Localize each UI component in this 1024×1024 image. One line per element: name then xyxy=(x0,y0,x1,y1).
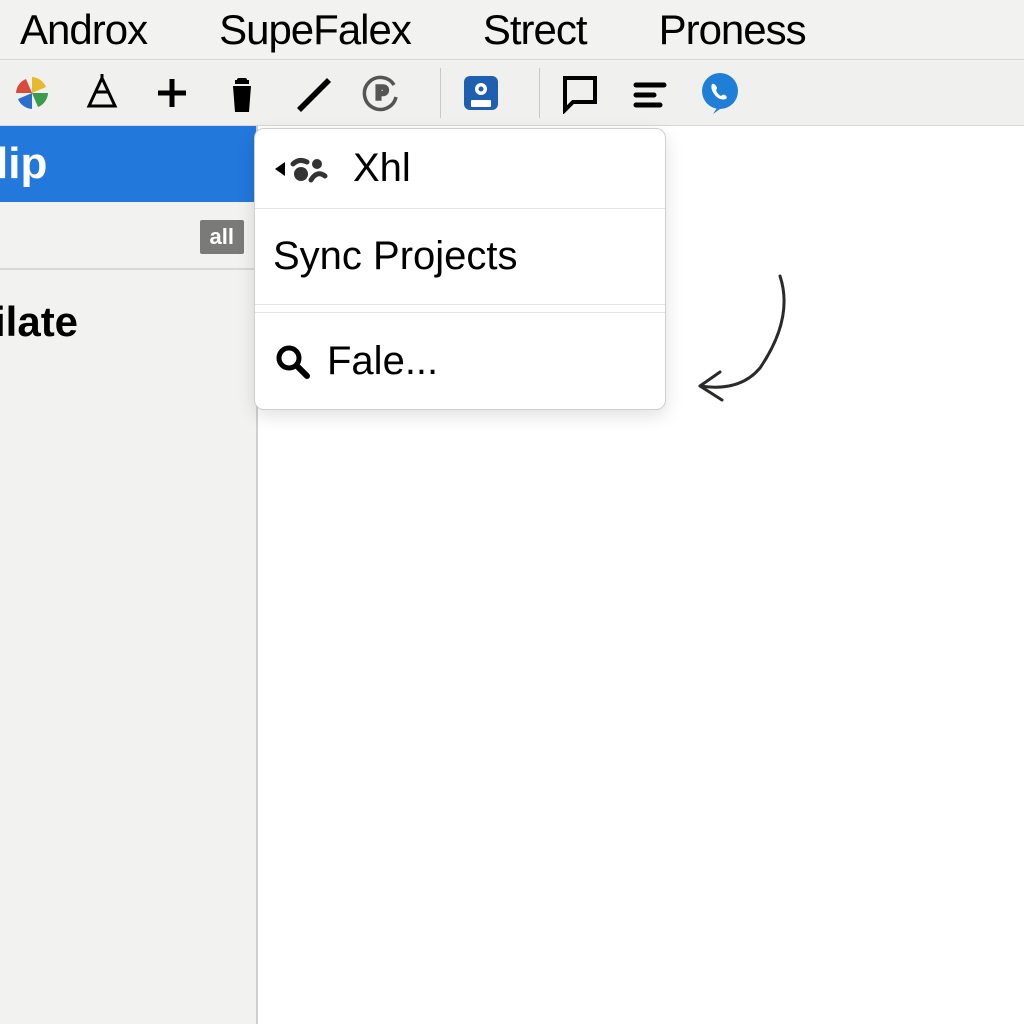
dropdown-item-sync-projects[interactable]: Sync Projects xyxy=(255,209,665,305)
dropdown-item-fale[interactable]: Fale... xyxy=(255,313,665,409)
structure-icon[interactable] xyxy=(76,67,128,119)
sidebar-tag-row: all xyxy=(0,202,256,268)
dropdown-item-label: Fale... xyxy=(327,339,438,384)
align-icon[interactable] xyxy=(624,67,676,119)
dropdown-item-xhl[interactable]: Xhl xyxy=(255,129,665,209)
bucket-icon[interactable] xyxy=(216,67,268,119)
toolbar-divider xyxy=(440,68,441,118)
menu-strect[interactable]: Strect xyxy=(483,6,587,54)
plus-icon[interactable] xyxy=(146,67,198,119)
dropdown-menu: Xhl Sync Projects Fale... xyxy=(254,128,666,410)
dropdown-separator xyxy=(255,305,665,313)
sidebar-item-ilate[interactable]: ilate xyxy=(0,270,256,346)
chat-icon[interactable] xyxy=(554,67,606,119)
disk-icon[interactable] xyxy=(455,67,507,119)
colorful-pinwheel-icon[interactable] xyxy=(6,67,58,119)
sidebar: lip all ilate xyxy=(0,126,258,1024)
toolbar: P xyxy=(0,60,1024,126)
toolbar-divider-2 xyxy=(539,68,540,118)
tag-all-badge[interactable]: all xyxy=(200,220,244,254)
menubar: Androx SupeFalex Strect Proness xyxy=(0,0,1024,60)
menu-androx[interactable]: Androx xyxy=(20,6,147,54)
p-revert-icon[interactable]: P xyxy=(356,67,408,119)
dropdown-item-label: Sync Projects xyxy=(273,234,518,279)
sidebar-selected-label: lip xyxy=(0,139,47,189)
pencil-icon[interactable] xyxy=(286,67,338,119)
search-icon xyxy=(273,342,311,380)
menu-proness[interactable]: Proness xyxy=(659,6,806,54)
sidebar-item-selected[interactable]: lip xyxy=(0,126,256,202)
dropdown-item-label: Xhl xyxy=(353,146,411,191)
phone-bubble-icon[interactable] xyxy=(694,67,746,119)
menu-supefalex[interactable]: SupeFalex xyxy=(219,6,411,54)
svg-text:P: P xyxy=(376,83,388,103)
sidebar-item-label: ilate xyxy=(0,298,78,345)
